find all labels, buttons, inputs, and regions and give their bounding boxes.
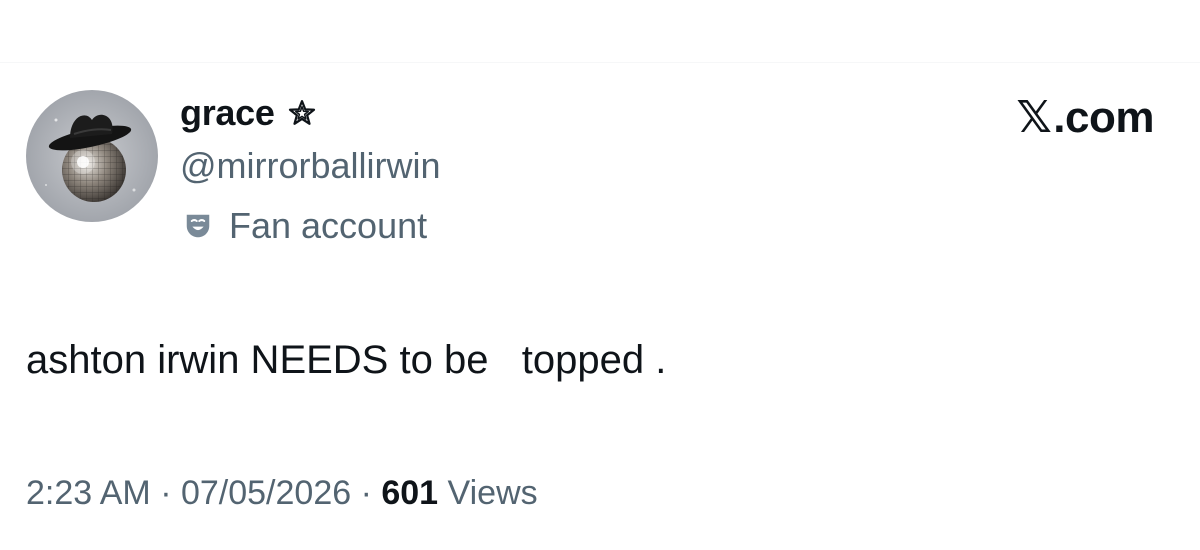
- account-label: Fan account: [183, 203, 427, 249]
- account-label-text: Fan account: [229, 205, 428, 246]
- display-name[interactable]: grace: [180, 92, 275, 134]
- cowboy-hat-disco-ball-icon: [26, 90, 158, 222]
- x-logo-icon: 𝕏: [1016, 93, 1052, 142]
- meta-separator: ·: [150, 474, 181, 512]
- user-handle[interactable]: @mirrorballirwin: [180, 143, 441, 189]
- meta-separator: ·: [351, 474, 382, 512]
- tweet-date[interactable]: 07/05/2026: [181, 466, 351, 520]
- avatar[interactable]: [26, 90, 158, 222]
- tweet-meta: 2:23 AM · 07/05/2026 · 601 Views: [26, 466, 538, 520]
- theater-mask-icon: [183, 211, 213, 241]
- site-logo-suffix: .com: [1053, 93, 1154, 142]
- site-logo: 𝕏 .com: [1016, 90, 1154, 146]
- tweet-text: ashton irwin NEEDS to be topped .: [26, 338, 667, 382]
- views-label: Views: [438, 474, 538, 512]
- display-name-row[interactable]: grace: [180, 90, 317, 136]
- tweet-card: grace @mirrorballirwin Fan account 𝕏 .co…: [0, 0, 1200, 550]
- top-divider: [0, 62, 1200, 63]
- views-count[interactable]: 601: [381, 466, 438, 520]
- star-outline-icon: [287, 98, 317, 128]
- tweet-time[interactable]: 2:23 AM: [26, 466, 151, 520]
